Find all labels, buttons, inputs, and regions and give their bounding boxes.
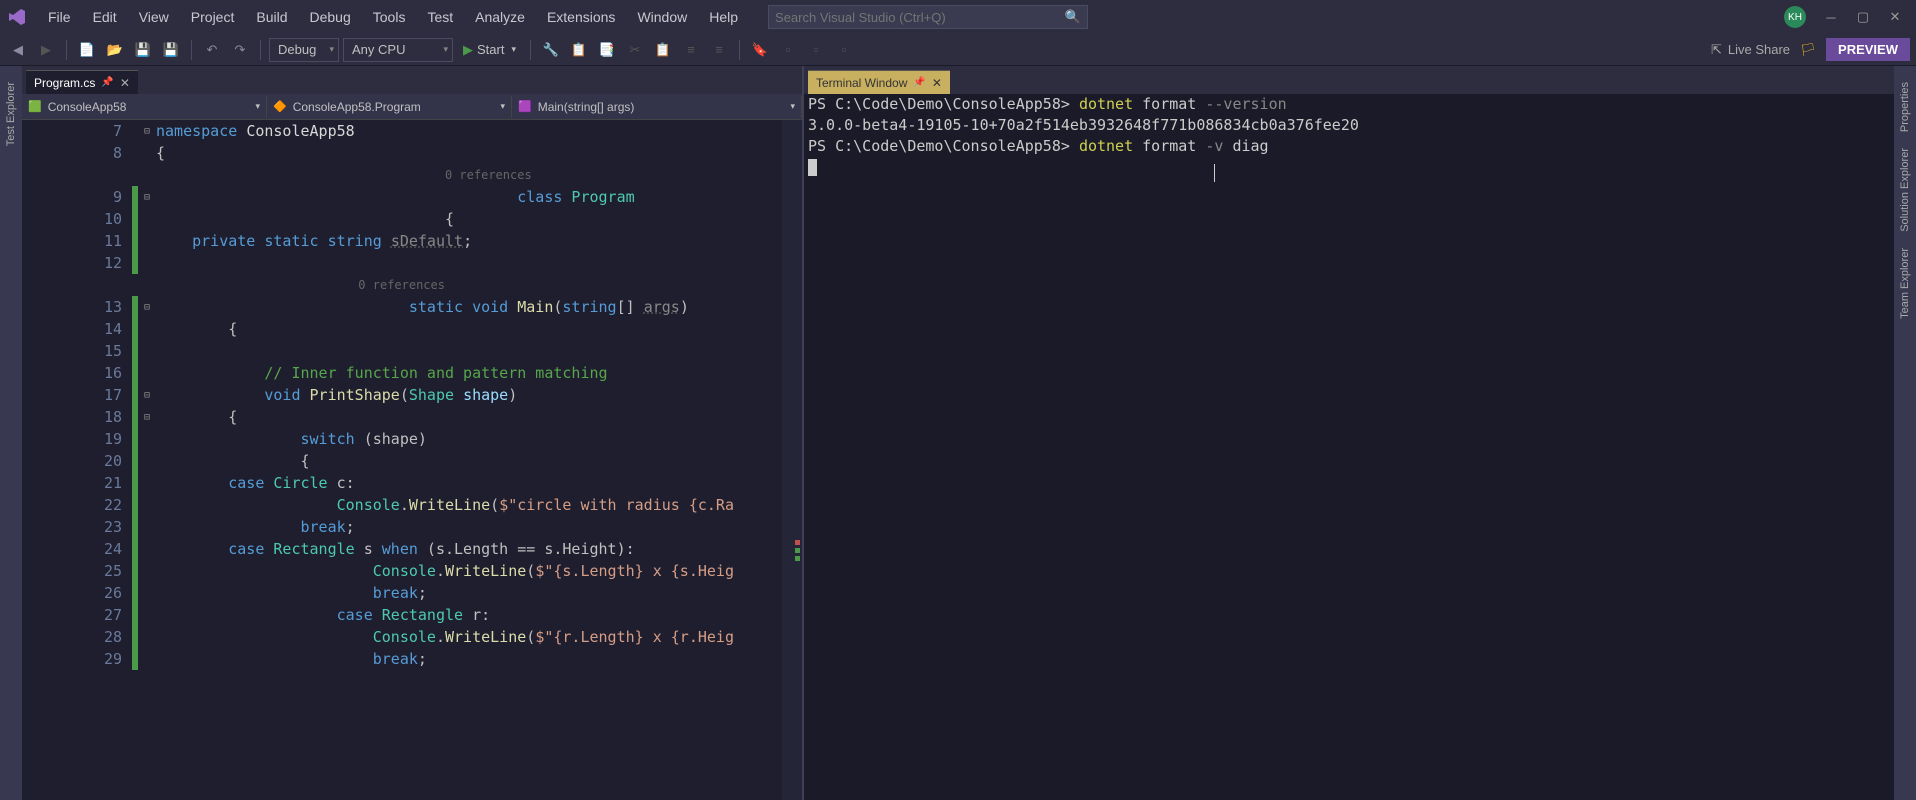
class-icon: 🔶 xyxy=(273,100,287,113)
tool-icon[interactable]: 📋 xyxy=(567,38,591,62)
tool-icon[interactable]: ≡ xyxy=(707,38,731,62)
tool-icon[interactable]: ▫ xyxy=(776,38,800,62)
nav-label: ConsoleApp58.Program xyxy=(293,100,421,114)
separator xyxy=(260,40,261,60)
member-combo[interactable]: 🟪 Main(string[] args) xyxy=(512,96,802,118)
feedback-icon[interactable]: 🏳 xyxy=(1796,38,1820,62)
tab-terminal[interactable]: Terminal Window 📌 ✕ xyxy=(808,70,950,94)
search-box[interactable]: 🔍 xyxy=(768,5,1088,29)
tool-icon[interactable]: 🔧 xyxy=(539,38,563,62)
separator xyxy=(739,40,740,60)
minimap-marker xyxy=(795,548,800,553)
tool-icon[interactable]: ✂ xyxy=(623,38,647,62)
pin-icon[interactable]: 📌 xyxy=(913,77,925,88)
nav-label: ConsoleApp58 xyxy=(48,100,127,114)
tool-icon[interactable]: 📑 xyxy=(595,38,619,62)
left-rail: Test Explorer xyxy=(0,66,22,800)
pin-icon[interactable]: 📌 xyxy=(101,77,113,88)
search-icon: 🔍 xyxy=(1065,9,1081,25)
share-icon: ⇱ xyxy=(1711,42,1722,58)
save-icon[interactable]: 💾 xyxy=(131,38,155,62)
close-button[interactable]: ✕ xyxy=(1888,10,1902,24)
tool-icon[interactable]: ▫ xyxy=(804,38,828,62)
editor-area: Program.cs 📌 ✕ 🟩 ConsoleApp58 🔶 ConsoleApp… xyxy=(22,66,1894,800)
live-share-button[interactable]: ⇱ Live Share xyxy=(1711,42,1790,58)
project-combo[interactable]: 🟩 ConsoleApp58 xyxy=(22,96,267,118)
fold-column[interactable]: ⊟⊟⊟⊟⊟ xyxy=(138,120,156,800)
code-content[interactable]: namespace ConsoleApp58{ 0 references cla… xyxy=(156,120,802,800)
search-input[interactable] xyxy=(775,10,1065,25)
titlebar-right: KH ─ ▢ ✕ xyxy=(1784,6,1910,28)
tool-icon[interactable]: ≡ xyxy=(679,38,703,62)
rail-test-explorer[interactable]: Test Explorer xyxy=(5,74,17,154)
rail-team-explorer[interactable]: Team Explorer xyxy=(1899,240,1911,327)
tab-program-cs[interactable]: Program.cs 📌 ✕ xyxy=(26,70,138,94)
toolbar: ◀ ▶ 📄 📂 💾 💾 ↶ ↷ Debug Any CPU ▶Start▾ 🔧 … xyxy=(0,34,1916,66)
class-combo[interactable]: 🔶 ConsoleApp58.Program xyxy=(267,96,512,118)
play-icon: ▶ xyxy=(463,42,473,58)
save-all-icon[interactable]: 💾 xyxy=(159,38,183,62)
menu-window[interactable]: Window xyxy=(627,5,697,29)
tab-strip: Program.cs 📌 ✕ xyxy=(22,66,802,94)
line-gutter: 7891011121314151617181920212223242526272… xyxy=(22,120,132,800)
bookmark-icon[interactable]: 🔖 xyxy=(748,38,772,62)
workspace: Test Explorer Program.cs 📌 ✕ 🟩 ConsoleApp… xyxy=(0,66,1916,800)
back-icon[interactable]: ◀ xyxy=(6,38,30,62)
csharp-icon: 🟩 xyxy=(28,100,42,113)
menu-view[interactable]: View xyxy=(129,5,179,29)
vs-logo-icon xyxy=(6,6,28,28)
menu-help[interactable]: Help xyxy=(699,5,748,29)
maximize-button[interactable]: ▢ xyxy=(1856,10,1870,24)
main-menu: FileEditViewProjectBuildDebugToolsTestAn… xyxy=(38,5,748,29)
separator xyxy=(191,40,192,60)
separator xyxy=(530,40,531,60)
close-icon[interactable]: ✕ xyxy=(932,76,942,90)
tab-label: Terminal Window xyxy=(816,76,907,90)
platform-combo[interactable]: Any CPU xyxy=(343,38,453,62)
start-button[interactable]: ▶Start▾ xyxy=(457,38,522,62)
undo-icon[interactable]: ↶ xyxy=(200,38,224,62)
minimap-marker xyxy=(795,556,800,561)
menu-build[interactable]: Build xyxy=(246,5,297,29)
nav-strip: 🟩 ConsoleApp58 🔶 ConsoleApp58.Program 🟪 Mai… xyxy=(22,94,802,120)
minimize-button[interactable]: ─ xyxy=(1824,10,1838,24)
menu-test[interactable]: Test xyxy=(417,5,463,29)
close-icon[interactable]: ✕ xyxy=(120,76,130,90)
minimap[interactable] xyxy=(782,120,802,800)
tab-label: Program.cs xyxy=(34,76,95,90)
new-project-icon[interactable]: 📄 xyxy=(75,38,99,62)
terminal-pane: Terminal Window 📌 ✕ PS C:\Code\Demo\Cons… xyxy=(804,66,1894,800)
method-icon: 🟪 xyxy=(518,100,532,113)
menu-debug[interactable]: Debug xyxy=(300,5,361,29)
live-share-label: Live Share xyxy=(1728,42,1790,57)
text-caret xyxy=(1214,164,1215,182)
menu-extensions[interactable]: Extensions xyxy=(537,5,625,29)
separator xyxy=(66,40,67,60)
redo-icon[interactable]: ↷ xyxy=(228,38,252,62)
open-icon[interactable]: 📂 xyxy=(103,38,127,62)
menu-edit[interactable]: Edit xyxy=(83,5,127,29)
avatar[interactable]: KH xyxy=(1784,6,1806,28)
terminal[interactable]: PS C:\Code\Demo\ConsoleApp58> dotnet for… xyxy=(804,94,1894,800)
rail-properties[interactable]: Properties xyxy=(1899,74,1911,140)
rail-solution-explorer[interactable]: Solution Explorer xyxy=(1899,140,1911,240)
preview-button[interactable]: PREVIEW xyxy=(1826,38,1910,61)
start-label: Start xyxy=(477,42,504,57)
code-pane: Program.cs 📌 ✕ 🟩 ConsoleApp58 🔶 ConsoleApp… xyxy=(22,66,804,800)
tool-icon[interactable]: 📋 xyxy=(651,38,675,62)
menu-project[interactable]: Project xyxy=(181,5,245,29)
tab-strip: Terminal Window 📌 ✕ xyxy=(804,66,1894,94)
right-rail: PropertiesSolution ExplorerTeam Explorer xyxy=(1894,66,1916,800)
forward-icon[interactable]: ▶ xyxy=(34,38,58,62)
menu-file[interactable]: File xyxy=(38,5,81,29)
tool-icon[interactable]: ▫ xyxy=(832,38,856,62)
menu-tools[interactable]: Tools xyxy=(363,5,416,29)
code-editor[interactable]: 7891011121314151617181920212223242526272… xyxy=(22,120,802,800)
nav-label: Main(string[] args) xyxy=(538,100,635,114)
titlebar: FileEditViewProjectBuildDebugToolsTestAn… xyxy=(0,0,1916,34)
menu-analyze[interactable]: Analyze xyxy=(465,5,535,29)
minimap-marker xyxy=(795,540,800,545)
config-combo[interactable]: Debug xyxy=(269,38,339,62)
